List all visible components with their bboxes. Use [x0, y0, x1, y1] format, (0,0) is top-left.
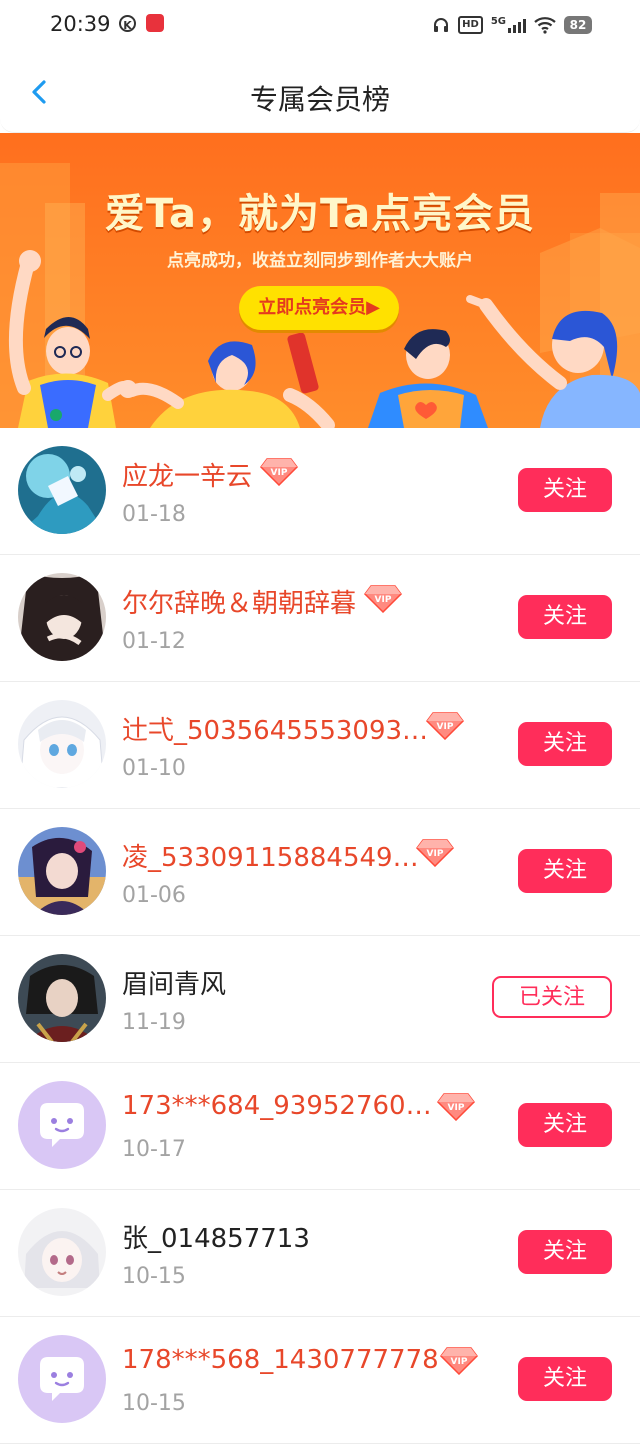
member-date: 01-06 — [122, 883, 186, 908]
list-item[interactable]: 眉间青风 11-19 已关注 — [0, 936, 640, 1063]
avatar[interactable] — [18, 700, 106, 788]
member-date: 11-19 — [122, 1010, 186, 1035]
user-name[interactable]: 辻弌_5035645553093… — [122, 710, 428, 747]
vip-diamond-icon: VIP — [364, 585, 402, 613]
user-name[interactable]: 眉间青风 — [122, 964, 226, 1001]
vip-diamond-icon: VIP — [426, 712, 465, 740]
k-icon: K — [119, 15, 136, 32]
member-date: 01-10 — [122, 756, 186, 781]
list-item[interactable]: 尔尔辞晚＆朝朝辞暮 VIP 01-12 关注 — [0, 555, 640, 682]
light-up-membership-button[interactable]: 立即点亮会员▶ — [239, 286, 399, 330]
svg-text:VIP: VIP — [375, 595, 392, 605]
member-date: 10-15 — [122, 1264, 186, 1289]
banner-title: 爱Ta，就为Ta点亮会员 — [104, 191, 536, 237]
banner-illustration — [0, 163, 640, 428]
svg-text:VIP: VIP — [447, 1103, 464, 1113]
banner-subtitle: 点亮成功，收益立刻同步到作者大大账户 — [167, 251, 473, 271]
follow-button[interactable]: 关注 — [518, 595, 612, 639]
app-notification-icon — [146, 14, 164, 32]
member-date: 01-12 — [122, 629, 186, 654]
avatar[interactable] — [18, 954, 106, 1042]
list-item[interactable]: 辻弌_5035645553093… VIP 01-10 关注 — [0, 682, 640, 809]
user-name[interactable]: 尔尔辞晚＆朝朝辞暮 — [122, 583, 356, 620]
status-bar: 20:39 K HD 5G 82 — [0, 0, 640, 52]
page-title: 专属会员榜 — [249, 83, 390, 116]
user-name[interactable]: 178***568_1430777778 — [122, 1345, 439, 1375]
list-item[interactable]: 张_014857713 10-15 关注 — [0, 1190, 640, 1317]
user-name[interactable]: 张_014857713 — [122, 1218, 310, 1255]
list-item[interactable]: 凌_53309115884549… VIP 01-06 关注 — [0, 809, 640, 936]
hd-icon: HD — [458, 16, 483, 34]
signal-icon — [508, 17, 526, 33]
svg-text:VIP: VIP — [427, 849, 444, 859]
wifi-icon — [534, 17, 556, 34]
follow-button[interactable]: 关注 — [518, 468, 612, 512]
vip-diamond-icon: VIP — [416, 839, 454, 867]
vip-diamond-icon: VIP — [436, 1093, 475, 1121]
avatar[interactable] — [18, 1081, 106, 1169]
member-date: 01-18 — [122, 502, 186, 527]
avatar[interactable] — [18, 1208, 106, 1296]
follow-button[interactable]: 关注 — [518, 1357, 612, 1401]
nav-bar: 专属会员榜 — [0, 52, 640, 133]
follow-button[interactable]: 关注 — [518, 1230, 612, 1274]
follow-button[interactable]: 关注 — [518, 849, 612, 893]
follow-button[interactable]: 关注 — [518, 1103, 612, 1147]
avatar[interactable] — [18, 446, 106, 534]
followed-button[interactable]: 已关注 — [492, 976, 612, 1018]
follow-button[interactable]: 关注 — [518, 722, 612, 766]
battery-icon: 82 — [564, 16, 592, 34]
avatar[interactable] — [18, 827, 106, 915]
headphones-icon — [434, 18, 449, 32]
avatar[interactable] — [18, 1335, 106, 1423]
user-name[interactable]: 173***684_93952760… — [122, 1091, 432, 1121]
svg-text:VIP: VIP — [437, 722, 454, 732]
member-date: 10-17 — [122, 1137, 186, 1162]
member-date: 10-15 — [122, 1391, 186, 1416]
svg-text:VIP: VIP — [271, 468, 288, 478]
vip-diamond-icon: VIP — [440, 1347, 478, 1375]
member-list: 应龙一辛云 VIP 01-18 关注 尔尔辞晚＆朝朝辞暮 VIP 01-12 关… — [0, 428, 640, 1444]
network-label: 5G — [490, 15, 506, 27]
status-time: 20:39 — [50, 12, 111, 36]
user-name[interactable]: 应龙一辛云 — [122, 456, 252, 493]
list-item[interactable]: 178***568_1430777778 VIP 10-15 关注 — [0, 1317, 640, 1444]
promo-banner[interactable]: 爱Ta，就为Ta点亮会员 点亮成功，收益立刻同步到作者大大账户 立即点亮会员▶ — [0, 133, 640, 428]
user-name[interactable]: 凌_53309115884549… — [122, 837, 419, 874]
list-item[interactable]: 173***684_93952760… VIP 10-17 关注 — [0, 1063, 640, 1190]
vip-diamond-icon: VIP — [260, 458, 298, 486]
list-item[interactable]: 应龙一辛云 VIP 01-18 关注 — [0, 428, 640, 555]
avatar[interactable] — [18, 573, 106, 661]
svg-text:VIP: VIP — [451, 1357, 468, 1367]
status-icons: HD 5G 82 — [432, 14, 592, 36]
